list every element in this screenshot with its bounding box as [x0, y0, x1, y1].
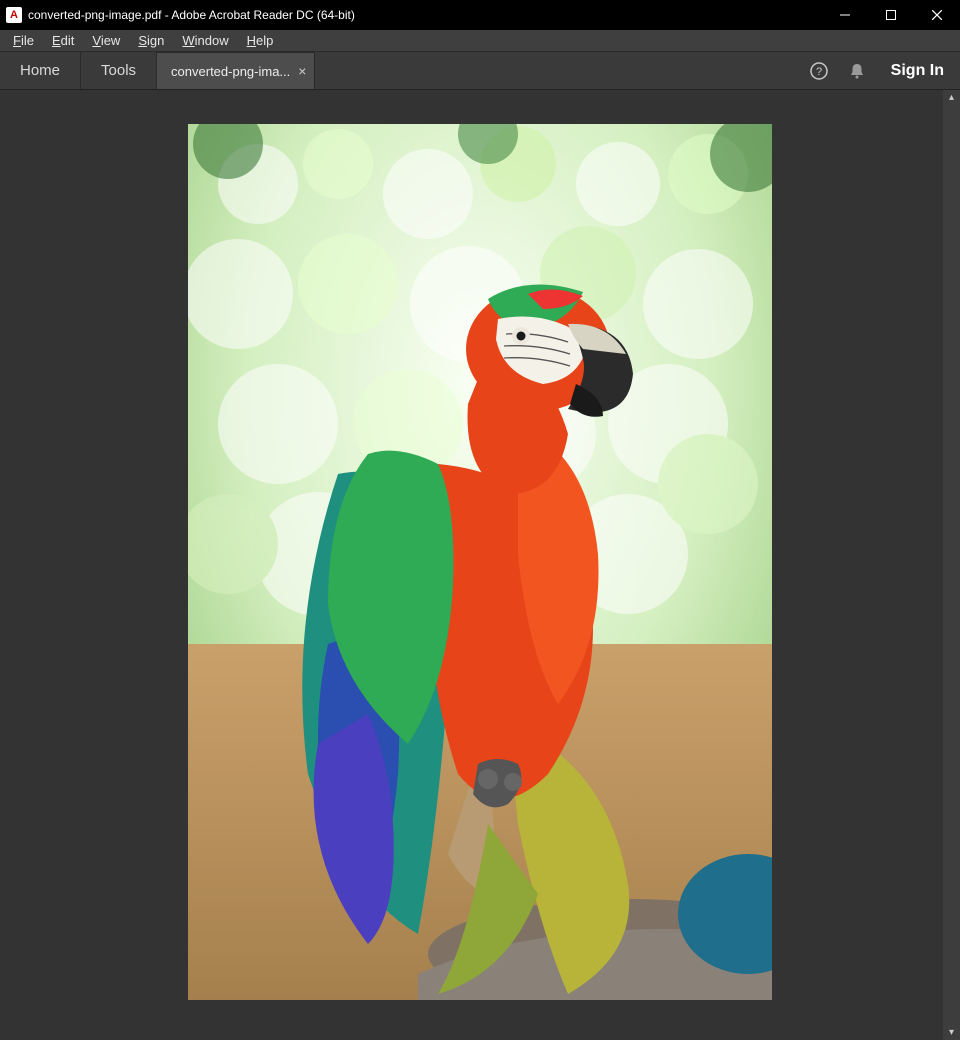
app-icon: A: [6, 7, 22, 23]
window-title: converted-png-image.pdf - Adobe Acrobat …: [28, 8, 355, 22]
notifications-icon[interactable]: [847, 61, 867, 81]
tab-home[interactable]: Home: [0, 52, 80, 89]
maximize-button[interactable]: [868, 0, 914, 30]
scroll-up-arrow[interactable]: ▴: [949, 90, 954, 105]
svg-text:?: ?: [816, 66, 822, 78]
tab-document-label: converted-png-ima...: [171, 64, 290, 79]
tab-bar: Home Tools converted-png-ima... × ? Sign…: [0, 52, 960, 90]
pdf-page: [188, 124, 772, 1000]
close-button[interactable]: [914, 0, 960, 30]
parrot-image: [188, 124, 772, 1000]
minimize-button[interactable]: [822, 0, 868, 30]
document-viewport[interactable]: ▴ ▾: [0, 90, 960, 1040]
menu-bar: File Edit View Sign Window Help: [0, 30, 960, 52]
tab-document[interactable]: converted-png-ima... ×: [157, 52, 315, 89]
menu-help[interactable]: Help: [238, 32, 283, 49]
menu-edit[interactable]: Edit: [43, 32, 83, 49]
help-icon[interactable]: ?: [809, 61, 829, 81]
menu-file[interactable]: File: [4, 32, 43, 49]
tab-close-icon[interactable]: ×: [298, 64, 306, 78]
vertical-scrollbar[interactable]: ▴ ▾: [943, 90, 960, 1040]
scroll-down-arrow[interactable]: ▾: [949, 1025, 954, 1040]
menu-view[interactable]: View: [83, 32, 129, 49]
window-titlebar: A converted-png-image.pdf - Adobe Acroba…: [0, 0, 960, 30]
tab-tools[interactable]: Tools: [81, 52, 156, 89]
menu-sign[interactable]: Sign: [129, 32, 173, 49]
sign-in-button[interactable]: Sign In: [885, 62, 950, 80]
menu-window[interactable]: Window: [173, 32, 237, 49]
